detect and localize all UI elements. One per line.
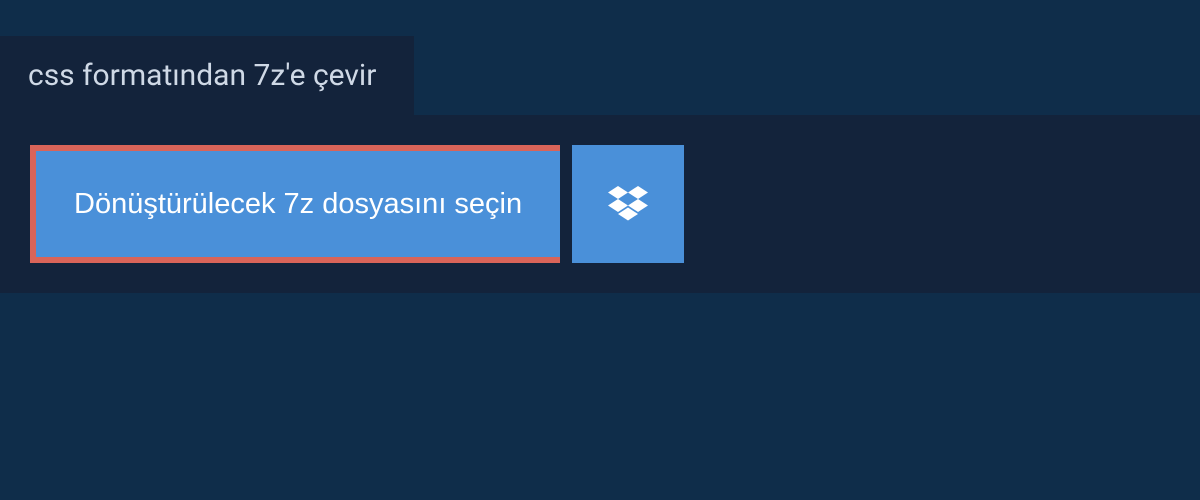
page-title: css formatından 7z'e çevir: [28, 58, 376, 93]
dropbox-icon: [608, 186, 648, 222]
select-file-label: Dönüştürülecek 7z dosyasını seçin: [74, 188, 522, 221]
upload-panel: Dönüştürülecek 7z dosyasını seçin: [0, 115, 1200, 293]
dropbox-button[interactable]: [572, 145, 684, 263]
select-file-button[interactable]: Dönüştürülecek 7z dosyasını seçin: [30, 145, 560, 263]
title-tab: css formatından 7z'e çevir: [0, 36, 414, 115]
button-row: Dönüştürülecek 7z dosyasını seçin: [30, 145, 684, 263]
